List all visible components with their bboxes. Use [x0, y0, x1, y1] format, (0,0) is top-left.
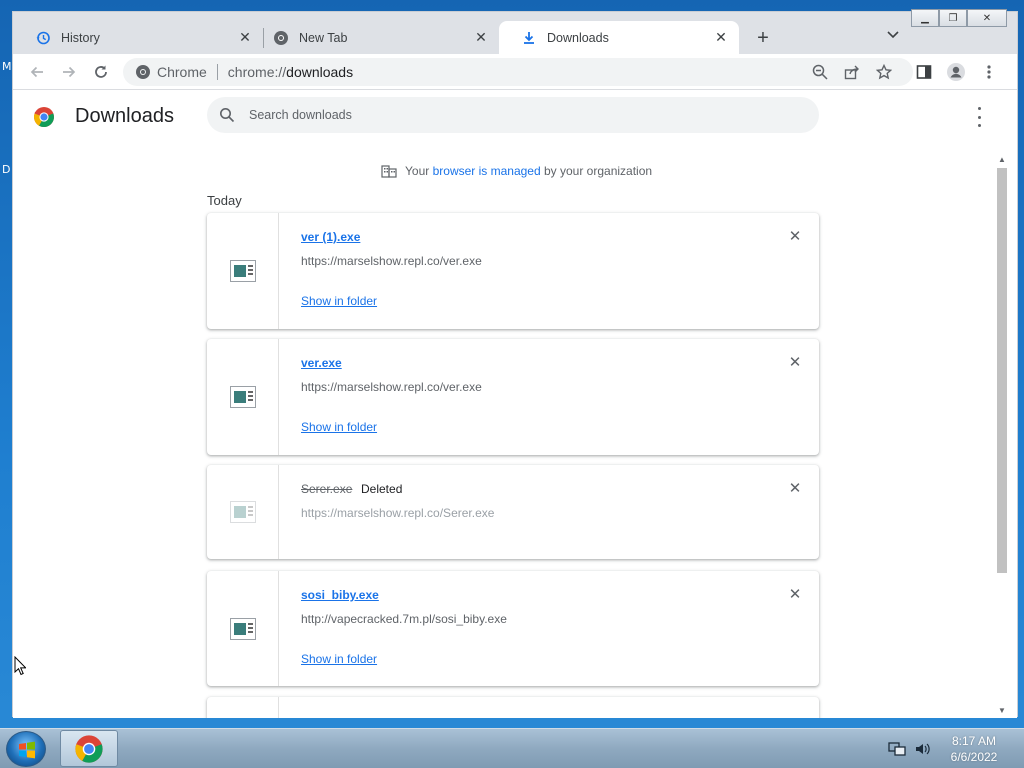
chrome-logo-icon — [75, 734, 103, 763]
network-icon[interactable] — [888, 741, 906, 757]
managed-link[interactable]: browser is managed — [433, 164, 541, 178]
date-section-title: Today — [207, 193, 242, 208]
file-icon — [229, 617, 256, 640]
file-name-link[interactable]: ver.exe — [301, 356, 342, 370]
url-text: chrome://downloads — [227, 64, 354, 80]
downloads-header: Downloads — [13, 91, 1017, 143]
building-icon — [381, 165, 397, 178]
download-item: Serer.exe Deleted https://marselshow.rep… — [207, 465, 819, 559]
mouse-cursor-icon — [14, 656, 26, 676]
volume-icon[interactable] — [914, 741, 932, 757]
remove-item-icon[interactable]: ✕ — [787, 354, 803, 371]
windows-logo-icon — [19, 741, 35, 759]
zoom-icon[interactable] — [810, 62, 830, 82]
chrome-icon — [136, 65, 150, 79]
file-icon-column — [207, 213, 279, 329]
download-item — [207, 697, 819, 718]
tab-new-tab[interactable]: New Tab ✕ — [251, 21, 499, 54]
close-window-button[interactable]: ✕ — [967, 9, 1007, 27]
remove-item-icon[interactable]: ✕ — [787, 228, 803, 245]
omnibox-separator — [216, 64, 218, 80]
tab-label: Downloads — [547, 30, 609, 45]
search-box[interactable] — [207, 97, 819, 133]
tab-search-chevron-icon[interactable] — [887, 30, 899, 42]
new-tab-button[interactable]: + — [753, 27, 773, 49]
page-title: Downloads — [75, 105, 174, 127]
search-icon — [220, 108, 235, 123]
restore-button[interactable]: ❐ — [939, 9, 967, 27]
bookmark-star-icon[interactable] — [874, 62, 894, 82]
close-tab-icon[interactable]: ✕ — [473, 29, 489, 46]
file-name-link[interactable]: ver (1).exe — [301, 230, 360, 244]
show-in-folder-link[interactable]: Show in folder — [301, 294, 377, 308]
browser-window: History ✕ New Tab ✕ Downloads ✕ + ▁ ❐ ✕ — [12, 9, 1018, 718]
start-button[interactable] — [6, 731, 46, 767]
file-icon-column — [207, 339, 279, 455]
clock-time: 8:17 AM — [951, 734, 997, 748]
download-icon — [521, 30, 537, 46]
tab-label: History — [61, 30, 100, 45]
tab-strip: History ✕ New Tab ✕ Downloads ✕ + ▁ ❐ ✕ — [13, 9, 1017, 54]
back-arrow-icon[interactable] — [27, 62, 47, 82]
file-name-link[interactable]: sosi_biby.exe — [301, 588, 379, 602]
chrome-logo-icon — [34, 107, 54, 128]
show-in-folder-link[interactable]: Show in folder — [301, 652, 377, 666]
more-actions-icon[interactable] — [973, 107, 985, 127]
side-panel-icon[interactable] — [914, 62, 934, 82]
forward-arrow-icon[interactable] — [59, 62, 79, 82]
scroll-down-icon[interactable]: ▼ — [997, 705, 1007, 715]
taskbar-chrome-button[interactable] — [60, 730, 118, 767]
remove-item-icon[interactable]: ✕ — [787, 586, 803, 603]
status-label: Deleted — [361, 482, 403, 496]
desktop-icon-label: D — [2, 163, 11, 176]
tab-downloads[interactable]: Downloads ✕ — [499, 21, 739, 54]
window-controls: ▁ ❐ ✕ — [911, 9, 1007, 27]
system-tray — [888, 741, 932, 757]
file-icon — [229, 260, 256, 282]
show-in-folder-link[interactable]: Show in folder — [301, 420, 377, 434]
tab-label: New Tab — [299, 30, 348, 45]
page-scrollbar[interactable]: ▲ ▼ — [995, 151, 1009, 718]
managed-notice: Your browser is managed by your organiza… — [381, 164, 652, 178]
download-item: ver (1).exe https://marselshow.repl.co/v… — [207, 213, 819, 329]
scroll-up-icon[interactable]: ▲ — [997, 154, 1007, 164]
file-icon-column — [207, 465, 279, 559]
search-input[interactable] — [249, 108, 749, 122]
file-url[interactable]: https://marselshow.repl.co/Serer.exe — [301, 506, 494, 520]
minimize-button[interactable]: ▁ — [911, 9, 939, 27]
download-item: sosi_biby.exe http://vapecracked.7m.pl/s… — [207, 571, 819, 686]
system-clock[interactable]: 8:17 AM 6/6/2022 — [938, 733, 1010, 765]
close-tab-icon[interactable]: ✕ — [713, 29, 729, 46]
taskbar: 8:17 AM 6/6/2022 — [0, 728, 1024, 768]
managed-suffix: by your organization — [544, 164, 653, 178]
history-icon — [35, 30, 51, 46]
desktop-icon-label: M — [2, 60, 12, 73]
file-icon — [229, 386, 256, 408]
site-label: Chrome — [157, 64, 207, 80]
reload-icon[interactable] — [91, 62, 111, 82]
file-name: Serer.exe — [301, 482, 353, 496]
file-icon-column — [207, 697, 279, 718]
file-icon-column — [207, 571, 279, 686]
downloads-page: Downloads Your browser is managed by you… — [13, 91, 1017, 718]
clock-date: 6/6/2022 — [950, 750, 998, 764]
share-icon[interactable] — [842, 62, 862, 82]
managed-prefix: Your — [405, 164, 430, 178]
browser-menu-icon[interactable] — [979, 62, 999, 82]
file-url[interactable]: http://vapecracked.7m.pl/sosi_biby.exe — [301, 612, 507, 626]
file-icon — [229, 501, 256, 523]
tab-history[interactable]: History ✕ — [13, 21, 263, 54]
chrome-icon — [273, 30, 289, 46]
download-item: ver.exe https://marselshow.repl.co/ver.e… — [207, 339, 819, 455]
file-url[interactable]: https://marselshow.repl.co/ver.exe — [301, 380, 482, 394]
file-url[interactable]: https://marselshow.repl.co/ver.exe — [301, 254, 482, 268]
profile-avatar-icon[interactable] — [946, 62, 966, 82]
scrollbar-thumb[interactable] — [997, 168, 1007, 573]
browser-toolbar: Chrome chrome://downloads — [13, 54, 1017, 90]
address-bar[interactable]: Chrome chrome://downloads — [123, 58, 913, 86]
remove-item-icon[interactable]: ✕ — [787, 480, 803, 497]
